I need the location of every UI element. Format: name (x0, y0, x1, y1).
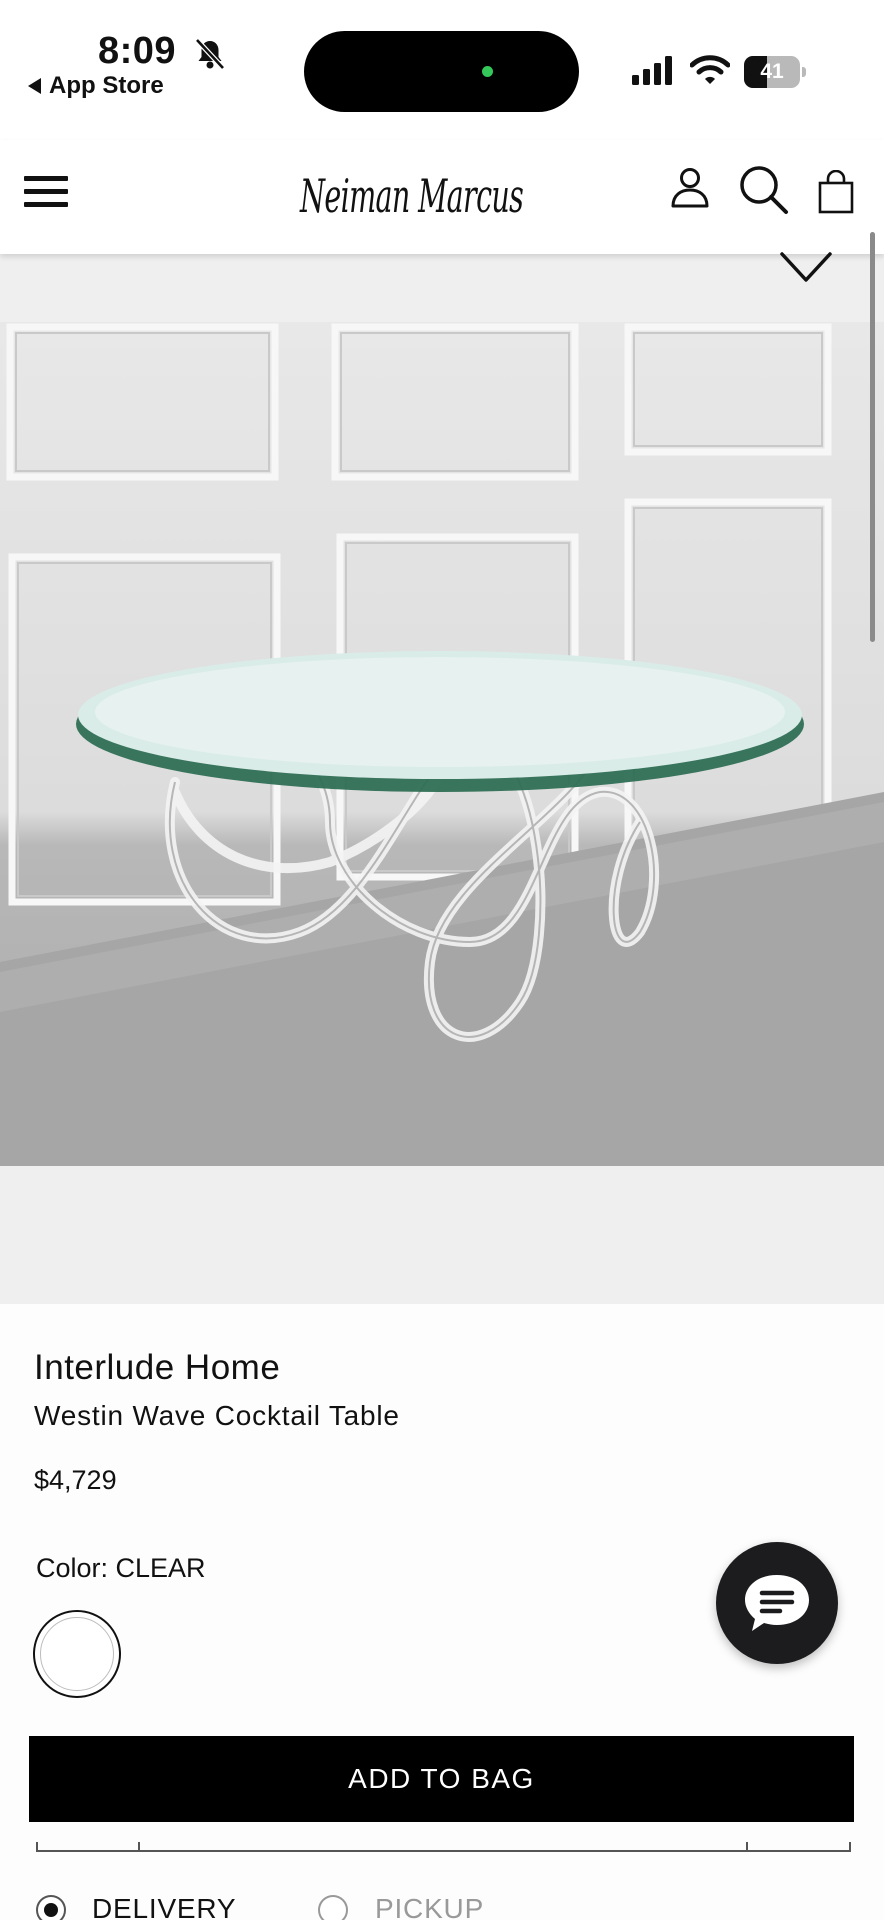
hamburger-menu-icon[interactable] (24, 176, 68, 212)
pickup-radio[interactable] (318, 1895, 348, 1920)
account-icon[interactable] (670, 166, 710, 210)
pickup-label[interactable]: PICKUP (375, 1893, 484, 1920)
add-to-bag-button[interactable]: ADD TO BAG (29, 1736, 854, 1822)
dynamic-island (304, 31, 579, 112)
chat-button[interactable] (716, 1542, 838, 1664)
divider-tick (849, 1842, 851, 1852)
page-scrollbar[interactable] (870, 232, 875, 642)
status-time: 8:09 (98, 30, 177, 72)
silent-bell-icon (195, 38, 225, 70)
cocktail-table-image (0, 323, 884, 1166)
battery-nub (802, 67, 806, 77)
back-arrow-icon (28, 78, 41, 94)
divider-tick (138, 1842, 140, 1852)
camera-indicator-dot (482, 66, 493, 77)
back-to-app-store[interactable]: App Store (28, 72, 164, 100)
back-label: App Store (49, 72, 164, 99)
product-photo (0, 322, 884, 1166)
swatch-fill (40, 1617, 114, 1691)
color-swatch-clear[interactable] (33, 1610, 121, 1698)
divider-tick (746, 1842, 748, 1852)
product-name: Westin Wave Cocktail Table (34, 1400, 400, 1431)
battery-icon: 41 (744, 56, 806, 88)
chat-bubble-icon (745, 1575, 809, 1631)
wifi-icon (690, 55, 730, 84)
delivery-radio[interactable] (36, 1895, 66, 1920)
product-brand[interactable]: Interlude Home (34, 1348, 280, 1388)
cellular-signal-icon (632, 56, 672, 85)
status-bar: 8:09 App Store 41 (0, 0, 884, 140)
delivery-label[interactable]: DELIVERY (92, 1893, 236, 1920)
wishlist-heart-icon[interactable] (780, 250, 832, 286)
search-icon[interactable] (738, 164, 790, 216)
neiman-marcus-logo[interactable]: Neiman Marcus (300, 156, 524, 236)
color-label: Color: CLEAR (36, 1553, 206, 1583)
divider-tick (36, 1842, 38, 1852)
fulfillment-divider (36, 1850, 851, 1852)
battery-percentage: 41 (760, 60, 784, 83)
product-price: $4,729 (34, 1465, 117, 1495)
battery-body: 41 (744, 56, 800, 88)
site-header: Neiman Marcus (0, 140, 884, 254)
shopping-bag-icon[interactable] (818, 170, 854, 214)
